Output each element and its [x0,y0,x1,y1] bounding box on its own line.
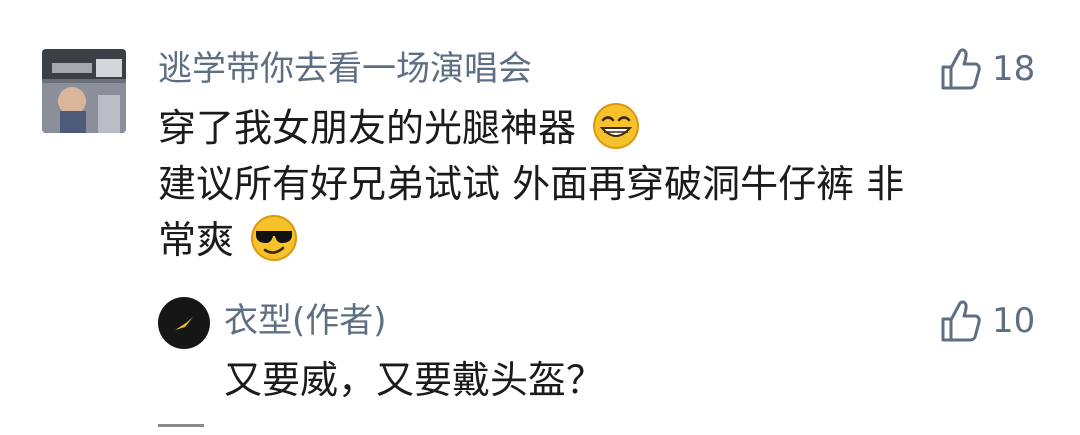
sunglasses-face-emoji [251,215,298,261]
comment-line: 常爽 [158,212,1048,268]
reply-like-button[interactable]: 10 [940,296,1035,346]
reply-body: 又要威，又要戴头盔？ [224,358,605,402]
like-count: 10 [992,301,1036,341]
comment-body: 穿了我女朋友的光腿神器 建议所有好兄弟试试 外面再穿破洞牛仔裤 非 常爽 [158,100,1048,268]
comment-line: 建议所有好兄弟试试 外面再穿破洞牛仔裤 非 [158,156,1048,212]
avatar[interactable] [42,49,126,133]
user-photo-icon [42,49,126,133]
comment-username[interactable]: 逃学带你去看一场演唱会 [158,44,532,94]
comment-like-button[interactable]: 18 [940,44,1035,94]
thumbs-up-icon [941,48,981,90]
comment-text-line: 常爽 [158,218,235,262]
comment-text-line: 建议所有好兄弟试试 外面再穿破洞牛仔裤 非 [158,162,905,206]
like-count: 18 [992,49,1036,89]
grinning-face-emoji [593,103,640,149]
author-avatar[interactable] [158,297,210,349]
comment-text-line: 穿了我女朋友的光腿神器 [158,106,577,150]
thumbs-up-icon [941,300,981,342]
brand-logo-icon [175,317,193,330]
comment-line: 穿了我女朋友的光腿神器 [158,100,1048,156]
reply-username[interactable]: 衣型(作者) [224,296,387,346]
next-item-edge [158,424,204,435]
